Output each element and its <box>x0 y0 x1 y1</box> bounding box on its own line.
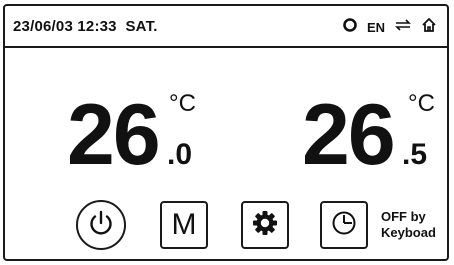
clock-icon <box>329 208 359 243</box>
power-status-note: OFF by Keyboad <box>381 209 436 241</box>
home-icon <box>421 17 437 38</box>
gear-icon <box>250 208 280 243</box>
sync-icon <box>342 17 358 38</box>
status-icons: EN <box>342 17 437 37</box>
temperature-left-decimal: .0 <box>167 138 193 171</box>
settings-button[interactable] <box>241 201 289 249</box>
language-indicator[interactable]: EN <box>367 20 385 35</box>
control-buttons: M OFF by Keyboad <box>5 200 447 257</box>
temperature-right: 26 °C .5 <box>302 90 452 180</box>
temperature-right-integer: 26 <box>302 87 396 183</box>
power-icon <box>86 208 116 243</box>
power-button[interactable] <box>76 200 126 250</box>
transfer-icon <box>394 18 412 37</box>
temperature-right-decimal: .5 <box>402 138 428 171</box>
thermostat-panel: 23/06/03 12:33 SAT. EN 26 °C .0 26 °C .5… <box>3 4 449 261</box>
mode-label: M <box>171 208 197 241</box>
status-note-line1: OFF by <box>381 209 426 224</box>
temperature-left: 26 °C .0 <box>67 90 217 180</box>
status-bar: 23/06/03 12:33 SAT. EN <box>5 6 447 48</box>
temperature-right-unit: °C <box>408 90 435 117</box>
temperature-left-integer: 26 <box>67 87 161 183</box>
status-note-line2: Keyboad <box>381 225 436 240</box>
date-time: 23/06/03 12:33 SAT. <box>13 18 158 35</box>
mode-button[interactable]: M <box>160 201 208 249</box>
timer-button[interactable] <box>320 201 368 249</box>
temperature-left-unit: °C <box>169 90 196 117</box>
